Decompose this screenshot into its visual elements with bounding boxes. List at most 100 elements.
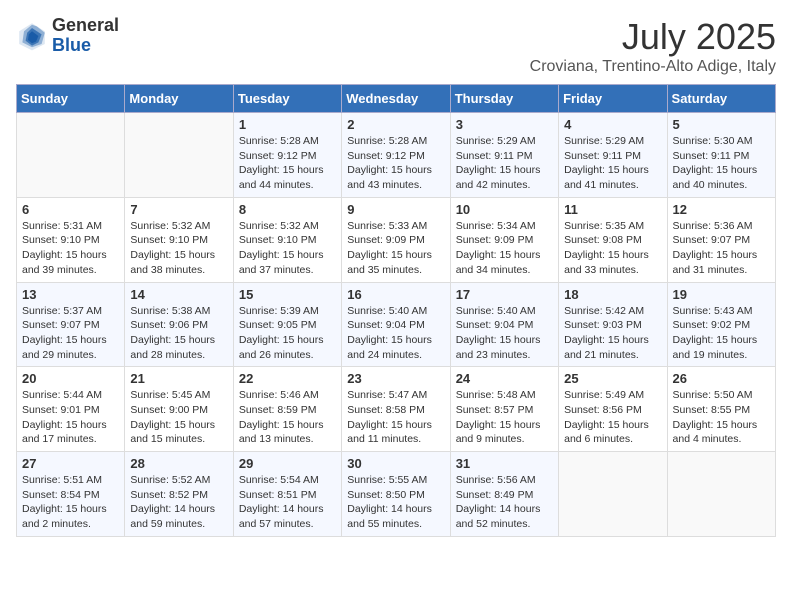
logo-general-text: General: [52, 15, 119, 35]
calendar-cell: 16 Sunrise: 5:40 AM Sunset: 9:04 PM Dayli…: [342, 282, 450, 367]
calendar-cell: 31Sunrise: 5:56 AM Sunset: 8:49 PM Dayli…: [450, 452, 558, 537]
day-info: Sunrise: 5:28 AM Sunset: 9:12 PM Dayligh…: [239, 134, 336, 193]
calendar-cell: [125, 113, 233, 198]
day-number: 23: [347, 371, 444, 386]
day-info: Sunrise: 5:34 AM Sunset: 9:09 PM Dayligh…: [456, 219, 553, 278]
calendar-cell: 4 Sunrise: 5:29 AM Sunset: 9:11 PM Daylig…: [559, 113, 667, 198]
day-info: Sunrise: 5:30 AM Sunset: 9:11 PM Dayligh…: [673, 134, 770, 193]
day-info: Sunrise: 5:52 AM Sunset: 8:52 PM Dayligh…: [130, 473, 227, 532]
day-info: Sunrise: 5:55 AM Sunset: 8:50 PM Dayligh…: [347, 473, 444, 532]
day-info: Sunrise: 5:29 AM Sunset: 9:11 PM Dayligh…: [456, 134, 553, 193]
day-number: 21: [130, 371, 227, 386]
calendar-cell: 21 Sunrise: 5:45 AM Sunset: 9:00 PM Dayli…: [125, 367, 233, 452]
calendar-cell: 8 Sunrise: 5:32 AM Sunset: 9:10 PM Daylig…: [233, 197, 341, 282]
calendar-cell: [17, 113, 125, 198]
calendar-cell: 5 Sunrise: 5:30 AM Sunset: 9:11 PM Daylig…: [667, 113, 775, 198]
calendar-cell: 2 Sunrise: 5:28 AM Sunset: 9:12 PM Daylig…: [342, 113, 450, 198]
logo-icon: [16, 20, 48, 52]
calendar-cell: 18 Sunrise: 5:42 AM Sunset: 9:03 PM Dayli…: [559, 282, 667, 367]
day-info: Sunrise: 5:54 AM Sunset: 8:51 PM Dayligh…: [239, 473, 336, 532]
calendar-cell: 23Sunrise: 5:47 AM Sunset: 8:58 PM Dayli…: [342, 367, 450, 452]
day-number: 8: [239, 202, 336, 217]
calendar-cell: 20 Sunrise: 5:44 AM Sunset: 9:01 PM Dayli…: [17, 367, 125, 452]
col-sunday: Sunday: [17, 85, 125, 113]
day-info: Sunrise: 5:29 AM Sunset: 9:11 PM Dayligh…: [564, 134, 661, 193]
calendar-cell: 26 Sunrise: 5:50 AM Sunset: 8:55 PM Dayli…: [667, 367, 775, 452]
day-number: 18: [564, 287, 661, 302]
day-number: 25: [564, 371, 661, 386]
calendar-cell: 29 Sunrise: 5:54 AM Sunset: 8:51 PM Dayli…: [233, 452, 341, 537]
day-number: 28: [130, 456, 227, 471]
day-number: 14: [130, 287, 227, 302]
calendar-cell: 19Sunrise: 5:43 AM Sunset: 9:02 PM Dayli…: [667, 282, 775, 367]
calendar-cell: 14Sunrise: 5:38 AM Sunset: 9:06 PM Dayli…: [125, 282, 233, 367]
day-info: Sunrise: 5:33 AM Sunset: 9:09 PM Dayligh…: [347, 219, 444, 278]
month-title: July 2025: [530, 16, 776, 58]
calendar-week-5: 27 Sunrise: 5:51 AM Sunset: 8:54 PM Dayli…: [17, 452, 776, 537]
day-number: 12: [673, 202, 770, 217]
col-thursday: Thursday: [450, 85, 558, 113]
day-number: 20: [22, 371, 119, 386]
day-number: 27: [22, 456, 119, 471]
col-tuesday: Tuesday: [233, 85, 341, 113]
calendar-header-row: Sunday Monday Tuesday Wednesday Thursday…: [17, 85, 776, 113]
logo: General Blue: [16, 16, 119, 56]
col-wednesday: Wednesday: [342, 85, 450, 113]
calendar-cell: [667, 452, 775, 537]
day-number: 29: [239, 456, 336, 471]
day-info: Sunrise: 5:42 AM Sunset: 9:03 PM Dayligh…: [564, 304, 661, 363]
title-area: July 2025 Croviana, Trentino-Alto Adige,…: [530, 16, 776, 76]
calendar-cell: 30 Sunrise: 5:55 AM Sunset: 8:50 PM Dayli…: [342, 452, 450, 537]
calendar-cell: 10Sunrise: 5:34 AM Sunset: 9:09 PM Dayli…: [450, 197, 558, 282]
day-info: Sunrise: 5:40 AM Sunset: 9:04 PM Dayligh…: [347, 304, 444, 363]
calendar-cell: 28 Sunrise: 5:52 AM Sunset: 8:52 PM Dayli…: [125, 452, 233, 537]
col-friday: Friday: [559, 85, 667, 113]
day-number: 16: [347, 287, 444, 302]
day-number: 24: [456, 371, 553, 386]
day-number: 30: [347, 456, 444, 471]
day-info: Sunrise: 5:28 AM Sunset: 9:12 PM Dayligh…: [347, 134, 444, 193]
day-info: Sunrise: 5:50 AM Sunset: 8:55 PM Dayligh…: [673, 388, 770, 447]
day-number: 26: [673, 371, 770, 386]
day-info: Sunrise: 5:44 AM Sunset: 9:01 PM Dayligh…: [22, 388, 119, 447]
day-number: 3: [456, 117, 553, 132]
page-header: General Blue July 2025 Croviana, Trentin…: [16, 16, 776, 76]
day-info: Sunrise: 5:32 AM Sunset: 9:10 PM Dayligh…: [239, 219, 336, 278]
day-info: Sunrise: 5:56 AM Sunset: 8:49 PM Dayligh…: [456, 473, 553, 532]
day-info: Sunrise: 5:51 AM Sunset: 8:54 PM Dayligh…: [22, 473, 119, 532]
calendar-cell: 22 Sunrise: 5:46 AM Sunset: 8:59 PM Dayli…: [233, 367, 341, 452]
calendar-cell: 24Sunrise: 5:48 AM Sunset: 8:57 PM Dayli…: [450, 367, 558, 452]
day-number: 22: [239, 371, 336, 386]
day-number: 13: [22, 287, 119, 302]
calendar-table: Sunday Monday Tuesday Wednesday Thursday…: [16, 84, 776, 537]
day-number: 17: [456, 287, 553, 302]
day-info: Sunrise: 5:46 AM Sunset: 8:59 PM Dayligh…: [239, 388, 336, 447]
calendar-cell: 6Sunrise: 5:31 AM Sunset: 9:10 PM Daylig…: [17, 197, 125, 282]
day-number: 4: [564, 117, 661, 132]
day-info: Sunrise: 5:39 AM Sunset: 9:05 PM Dayligh…: [239, 304, 336, 363]
calendar-cell: 3 Sunrise: 5:29 AM Sunset: 9:11 PM Daylig…: [450, 113, 558, 198]
calendar-cell: 9 Sunrise: 5:33 AM Sunset: 9:09 PM Daylig…: [342, 197, 450, 282]
day-info: Sunrise: 5:49 AM Sunset: 8:56 PM Dayligh…: [564, 388, 661, 447]
day-number: 1: [239, 117, 336, 132]
day-info: Sunrise: 5:36 AM Sunset: 9:07 PM Dayligh…: [673, 219, 770, 278]
calendar-week-2: 6Sunrise: 5:31 AM Sunset: 9:10 PM Daylig…: [17, 197, 776, 282]
day-number: 9: [347, 202, 444, 217]
calendar-cell: 17 Sunrise: 5:40 AM Sunset: 9:04 PM Dayli…: [450, 282, 558, 367]
calendar-cell: 15Sunrise: 5:39 AM Sunset: 9:05 PM Dayli…: [233, 282, 341, 367]
day-info: Sunrise: 5:43 AM Sunset: 9:02 PM Dayligh…: [673, 304, 770, 363]
day-info: Sunrise: 5:40 AM Sunset: 9:04 PM Dayligh…: [456, 304, 553, 363]
day-number: 2: [347, 117, 444, 132]
calendar-cell: 1 Sunrise: 5:28 AM Sunset: 9:12 PM Daylig…: [233, 113, 341, 198]
calendar-week-4: 20 Sunrise: 5:44 AM Sunset: 9:01 PM Dayli…: [17, 367, 776, 452]
day-number: 5: [673, 117, 770, 132]
calendar-cell: 11Sunrise: 5:35 AM Sunset: 9:08 PM Dayli…: [559, 197, 667, 282]
calendar-cell: 27 Sunrise: 5:51 AM Sunset: 8:54 PM Dayli…: [17, 452, 125, 537]
day-info: Sunrise: 5:45 AM Sunset: 9:00 PM Dayligh…: [130, 388, 227, 447]
calendar-cell: 7Sunrise: 5:32 AM Sunset: 9:10 PM Daylig…: [125, 197, 233, 282]
calendar-week-1: 1 Sunrise: 5:28 AM Sunset: 9:12 PM Daylig…: [17, 113, 776, 198]
calendar-cell: 25 Sunrise: 5:49 AM Sunset: 8:56 PM Dayli…: [559, 367, 667, 452]
logo-blue-text: Blue: [52, 35, 91, 55]
day-number: 6: [22, 202, 119, 217]
day-info: Sunrise: 5:35 AM Sunset: 9:08 PM Dayligh…: [564, 219, 661, 278]
